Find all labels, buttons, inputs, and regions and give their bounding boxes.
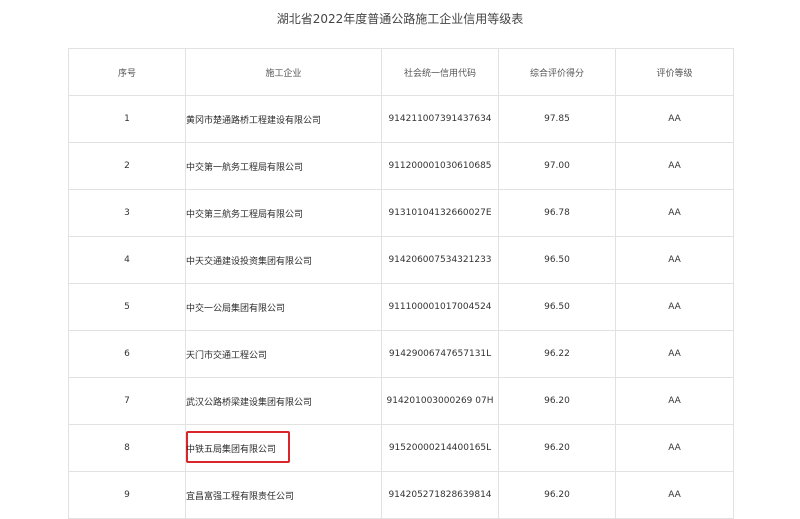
row-credit-code: 91310104132660027E xyxy=(381,189,499,237)
header-index: 序号 xyxy=(68,48,186,96)
table-row: 7 武汉公路桥梁建设集团有限公司 914201003000269 07H 96.… xyxy=(68,377,734,425)
row-company: 天门市交通工程公司 xyxy=(185,330,382,378)
row-company: 黄冈市楚通路桥工程建设有限公司 xyxy=(185,95,382,143)
row-credit-code: 91520000214400165L xyxy=(381,424,499,472)
row-grade: AA xyxy=(615,95,734,143)
table-row-highlighted: 8 中铁五局集团有限公司 91520000214400165L 96.20 AA xyxy=(68,424,734,472)
row-company: 中铁五局集团有限公司 xyxy=(186,444,277,455)
row-index: 6 xyxy=(68,330,186,378)
row-score: 97.85 xyxy=(498,95,616,143)
header-credit-code: 社会统一信用代码 xyxy=(381,48,499,96)
row-company: 中交一公局集团有限公司 xyxy=(185,283,382,331)
row-grade: AA xyxy=(615,330,734,378)
row-score: 96.20 xyxy=(498,377,616,425)
table-row: 5 中交一公局集团有限公司 911100001017004524 96.50 A… xyxy=(68,283,734,331)
row-index: 9 xyxy=(68,471,186,519)
table-row: 9 宜昌富强工程有限责任公司 914205271828639814 96.20 … xyxy=(68,471,734,519)
row-score: 96.78 xyxy=(498,189,616,237)
row-index: 3 xyxy=(68,189,186,237)
header-company: 施工企业 xyxy=(185,48,382,96)
row-index: 5 xyxy=(68,283,186,331)
row-credit-code: 914205271828639814 xyxy=(381,471,499,519)
header-score: 综合评价得分 xyxy=(498,48,616,96)
row-index: 8 xyxy=(68,424,186,472)
row-company: 中天交通建设投资集团有限公司 xyxy=(185,236,382,284)
row-company: 中交第三航务工程局有限公司 xyxy=(185,189,382,237)
row-index: 1 xyxy=(68,95,186,143)
table-row: 4 中天交通建设投资集团有限公司 914206007534321233 96.5… xyxy=(68,236,734,284)
row-credit-code: 911100001017004524 xyxy=(381,283,499,331)
table-row: 6 天门市交通工程公司 91429006747657131L 96.22 AA xyxy=(68,330,734,378)
row-credit-code: 914211007391437634 xyxy=(381,95,499,143)
row-score: 96.50 xyxy=(498,236,616,284)
row-index: 4 xyxy=(68,236,186,284)
row-score: 96.50 xyxy=(498,283,616,331)
row-index: 7 xyxy=(68,377,186,425)
row-credit-code: 914206007534321233 xyxy=(381,236,499,284)
header-grade: 评价等级 xyxy=(615,48,734,96)
row-grade: AA xyxy=(615,236,734,284)
table-row: 2 中交第一航务工程局有限公司 911200001030610685 97.00… xyxy=(68,142,734,190)
table-row: 1 黄冈市楚通路桥工程建设有限公司 914211007391437634 97.… xyxy=(68,95,734,143)
table-header-row: 序号 施工企业 社会统一信用代码 综合评价得分 评价等级 xyxy=(68,48,734,96)
credit-rating-table: 序号 施工企业 社会统一信用代码 综合评价得分 评价等级 1 黄冈市楚通路桥工程… xyxy=(68,48,734,519)
row-grade: AA xyxy=(615,142,734,190)
row-index: 2 xyxy=(68,142,186,190)
row-credit-code: 91429006747657131L xyxy=(381,330,499,378)
row-score: 96.20 xyxy=(498,424,616,472)
row-company-highlighted: 中铁五局集团有限公司 xyxy=(185,424,382,472)
row-company: 宜昌富强工程有限责任公司 xyxy=(185,471,382,519)
table-row: 3 中交第三航务工程局有限公司 91310104132660027E 96.78… xyxy=(68,189,734,237)
row-company: 中交第一航务工程局有限公司 xyxy=(185,142,382,190)
row-score: 96.20 xyxy=(498,471,616,519)
row-grade: AA xyxy=(615,424,734,472)
page-title: 湖北省2022年度普通公路施工企业信用等级表 xyxy=(276,12,524,26)
row-grade: AA xyxy=(615,377,734,425)
row-company: 武汉公路桥梁建设集团有限公司 xyxy=(185,377,382,425)
row-grade: AA xyxy=(615,471,734,519)
row-score: 96.22 xyxy=(498,330,616,378)
row-credit-code: 911200001030610685 xyxy=(381,142,499,190)
row-grade: AA xyxy=(615,283,734,331)
row-score: 97.00 xyxy=(498,142,616,190)
row-credit-code: 914201003000269 07H xyxy=(381,377,499,425)
row-grade: AA xyxy=(615,189,734,237)
